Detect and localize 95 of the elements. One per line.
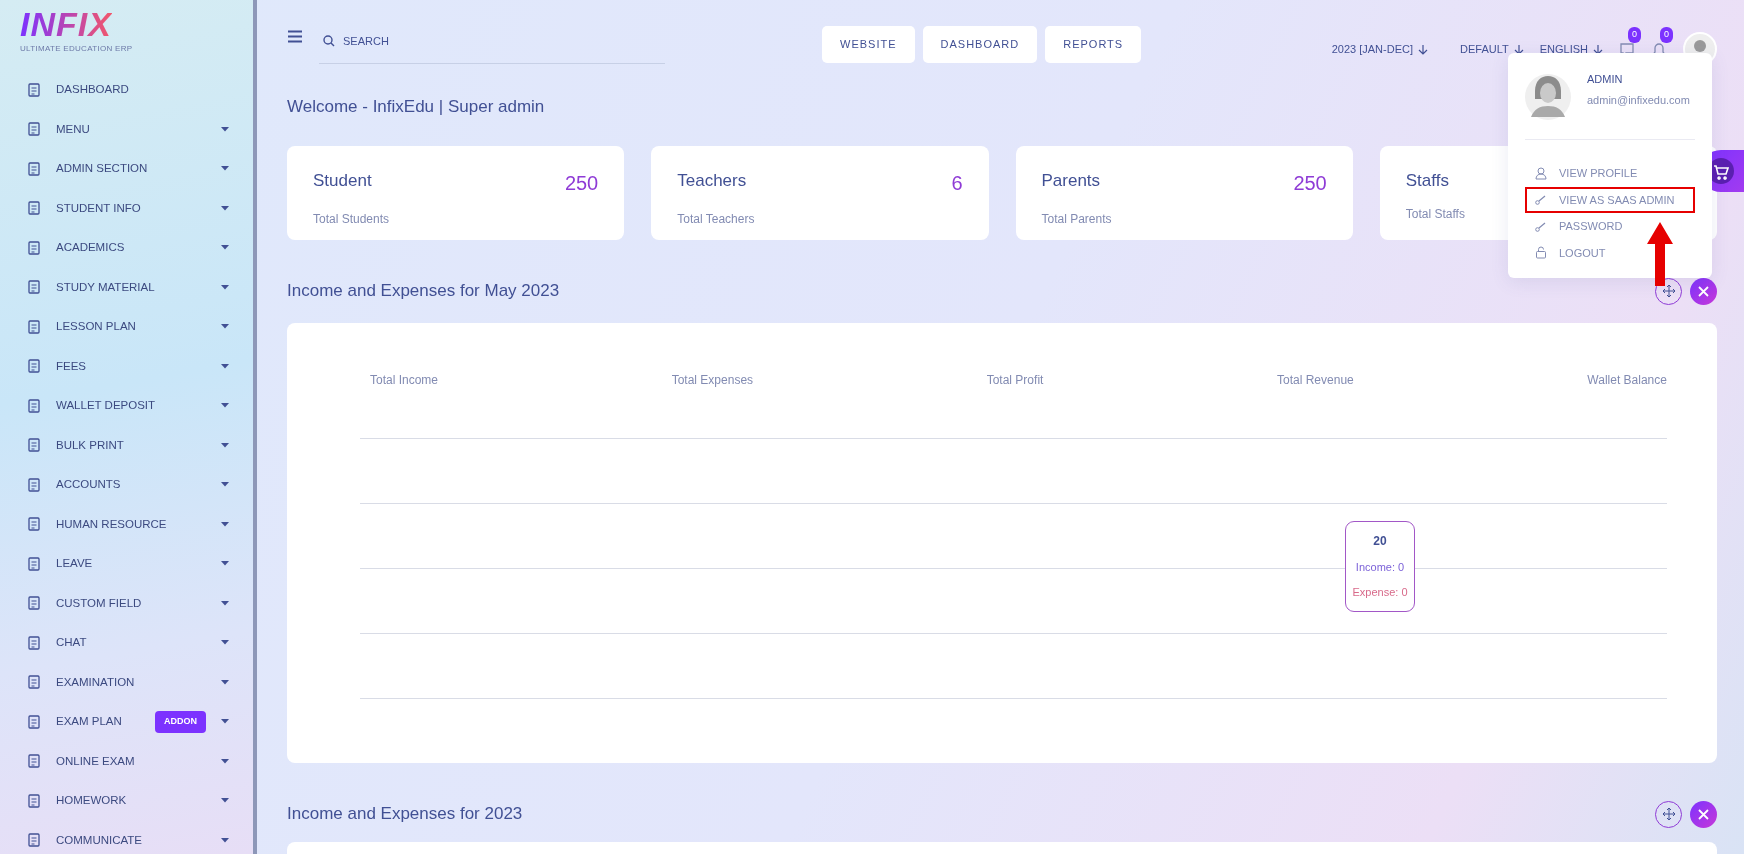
nav-button[interactable]: WEBSITE <box>822 26 915 63</box>
stat-caption: Total Students <box>313 210 390 228</box>
close-button[interactable] <box>1690 800 1717 828</box>
stat-title: Student <box>313 169 372 192</box>
count-badge: 0 <box>1628 27 1641 43</box>
panel-title: Income and Expenses for May 2023 <box>287 280 560 303</box>
sidebar-item[interactable]: CUSTOM FIELD <box>0 583 253 623</box>
sidebar-item[interactable]: LEAVE <box>0 544 253 584</box>
close-button[interactable] <box>1690 277 1717 305</box>
move-icon <box>1662 808 1675 820</box>
nav-button[interactable]: DASHBOARD <box>922 26 1038 63</box>
document-icon <box>27 398 41 413</box>
sidebar-item[interactable]: HOMEWORK <box>0 781 253 821</box>
sidebar-item[interactable]: STUDY MATERIAL <box>0 267 253 307</box>
sidebar-item[interactable]: EXAMINATION <box>0 662 253 702</box>
dropdown-selector[interactable]: DEFAULT <box>1460 40 1524 58</box>
profile-avatar <box>1525 71 1571 123</box>
document-icon <box>27 675 41 690</box>
tooltip-title: 20 <box>1372 532 1388 550</box>
document-icon <box>27 714 41 729</box>
panel-title: Income and Expenses for 2023 <box>287 803 523 826</box>
chart-legend-label: Total Revenue <box>1277 371 1354 389</box>
dropdown-selector[interactable]: ENGLISH <box>1539 40 1603 58</box>
document-icon <box>27 477 41 492</box>
key-icon <box>1535 193 1547 207</box>
nav-button[interactable]: REPORTS <box>1045 26 1142 63</box>
document-icon <box>27 122 41 137</box>
arrow-down-icon <box>1593 43 1603 55</box>
close-icon <box>1698 285 1709 297</box>
person-icon <box>1535 166 1547 180</box>
document-icon <box>27 319 41 334</box>
document-icon <box>27 280 41 295</box>
document-icon <box>27 438 41 453</box>
profile-name: ADMIN <box>1587 72 1624 87</box>
profile-menu-option[interactable]: VIEW PROFILE <box>1525 160 1695 187</box>
sidebar-item[interactable]: COMMUNICATE <box>0 820 253 854</box>
stat-value: 250 <box>564 170 599 196</box>
document-icon <box>27 754 41 769</box>
chart-legend-label: Total Expenses <box>671 371 754 389</box>
profile-email: admin@infixedu.com <box>1587 92 1690 108</box>
stat-title: Teachers <box>677 169 747 192</box>
addon-badge: ADDON <box>155 711 206 733</box>
stat-title: Staffs <box>1405 169 1449 192</box>
sidebar-item[interactable]: ADMIN SECTION <box>0 149 253 189</box>
stat-caption: Total Staffs <box>1405 206 1465 223</box>
logo-tagline: ULTIMATE EDUCATION ERP <box>20 43 134 55</box>
document-icon <box>27 596 41 611</box>
sidebar-item[interactable]: FEES <box>0 346 253 386</box>
sidebar-item[interactable]: STUDENT INFO <box>0 188 253 228</box>
document-icon <box>27 359 41 374</box>
close-icon <box>1698 808 1709 820</box>
sidebar-item[interactable]: DASHBOARD <box>0 70 253 110</box>
search-field[interactable]: SEARCH <box>319 26 665 64</box>
sidebar-item[interactable]: HUMAN RESOURCE <box>0 504 253 544</box>
document-icon <box>27 240 41 255</box>
chart-legend-label: Wallet Balance <box>1587 371 1667 389</box>
document-icon <box>27 82 41 97</box>
document-icon <box>27 833 41 848</box>
sidebar-item[interactable]: WALLET DEPOSIT <box>0 386 253 426</box>
document-icon <box>27 793 41 808</box>
document-icon <box>27 161 41 176</box>
document-icon <box>27 635 41 650</box>
chart-legend-label: Total Income <box>370 371 439 389</box>
document-icon <box>27 201 41 216</box>
document-icon <box>27 556 41 571</box>
stat-caption: Total Parents <box>1041 210 1112 228</box>
sidebar-item[interactable]: EXAM PLAN ADDON <box>0 702 253 742</box>
move-icon <box>1662 285 1675 297</box>
lock-icon <box>1535 246 1547 260</box>
stat-title: Parents <box>1041 169 1101 192</box>
document-icon <box>27 517 41 532</box>
profile-menu-option[interactable]: LOGOUT <box>1525 239 1695 266</box>
stat-value: 6 <box>951 170 963 196</box>
sidebar-item[interactable]: ACADEMICS <box>0 228 253 268</box>
profile-menu-option[interactable]: VIEW AS SAAS ADMIN <box>1525 186 1695 213</box>
sidebar-item[interactable]: CHAT <box>0 623 253 663</box>
stat-caption: Total Teachers <box>677 210 755 228</box>
tooltip-income: Income: 0 <box>1354 559 1406 575</box>
sidebar-item[interactable]: MENU <box>0 109 253 149</box>
dropdown-selector[interactable]: 2023 [JAN-DEC] <box>1331 40 1428 58</box>
chart-legend-label: Total Profit <box>986 371 1044 389</box>
arrow-down-icon <box>1513 43 1524 55</box>
sidebar-item[interactable]: ACCOUNTS <box>0 465 253 505</box>
sidebar-item[interactable]: BULK PRINT <box>0 425 253 465</box>
stat-value: 250 <box>1293 170 1327 196</box>
annotation-arrow <box>1647 222 1673 286</box>
sidebar-item[interactable]: LESSON PLAN <box>0 307 253 347</box>
count-badge: 0 <box>1660 27 1673 43</box>
arrow-down-icon <box>1418 43 1428 55</box>
menu-icon[interactable] <box>287 30 303 43</box>
sidebar-item[interactable]: ONLINE EXAM <box>0 741 253 781</box>
welcome-heading: Welcome - InfixEdu | Super admin <box>287 96 545 118</box>
profile-menu-option[interactable]: PASSWORD <box>1525 213 1695 240</box>
tooltip-expense: Expense: 0 <box>1352 585 1408 600</box>
search-icon <box>323 35 335 47</box>
